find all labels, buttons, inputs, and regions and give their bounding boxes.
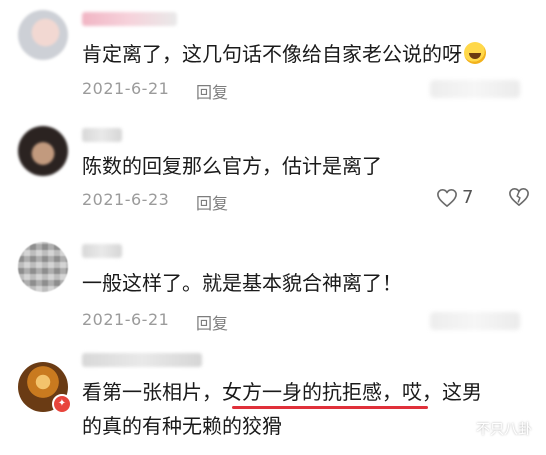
comment-text-line-1: 看第一张相片，女方一身的抗拒感，哎，这男	[82, 376, 482, 408]
laughing-emoji-icon	[464, 42, 486, 64]
comment-text-line-2: 的真的有种无赖的狡猾	[82, 414, 282, 438]
avatar[interactable]	[18, 242, 68, 292]
broken-heart-icon	[509, 188, 529, 206]
like-count: 7	[462, 187, 474, 208]
comment-text-part: 看第一张相片，	[82, 380, 222, 404]
comment-text: 肯定离了，这几句话不像给自家老公说的呀	[82, 38, 486, 70]
likes-blurred	[430, 80, 520, 98]
red-underline	[232, 406, 428, 409]
dislike-button[interactable]	[508, 187, 530, 207]
verified-badge-icon: ✦	[52, 394, 72, 414]
reply-button[interactable]: 回复	[196, 79, 228, 103]
avatar[interactable]	[18, 126, 68, 176]
comment-text-part: 哎，这男	[402, 380, 482, 404]
comment-date: 2021-6-21	[82, 79, 170, 98]
reply-button[interactable]: 回复	[196, 190, 228, 214]
comment-text: 一般这样了。就是基本貌合神离了！	[82, 271, 402, 295]
likes-blurred	[430, 312, 520, 330]
avatar[interactable]	[18, 10, 68, 60]
reply-button[interactable]: 回复	[196, 310, 228, 334]
username-blurred[interactable]	[82, 128, 122, 142]
username-blurred[interactable]	[82, 353, 202, 367]
highlighted-text: 女方一身的抗拒感，	[222, 380, 402, 404]
like-button[interactable]: 7	[436, 187, 473, 208]
heart-icon	[437, 188, 457, 207]
wechat-logo-icon	[450, 420, 472, 437]
username-blurred[interactable]	[82, 12, 177, 26]
comment-date: 2021-6-21	[82, 310, 170, 329]
comment-text-content: 肯定离了，这几句话不像给自家老公说的呀	[82, 42, 462, 66]
username-blurred[interactable]	[82, 244, 122, 258]
watermark-text: 不只八卦	[476, 422, 532, 438]
comment-date: 2021-6-23	[82, 190, 170, 209]
comment-text: 陈数的回复那么官方，估计是离了	[82, 154, 382, 178]
watermark: 不只八卦	[450, 419, 532, 439]
